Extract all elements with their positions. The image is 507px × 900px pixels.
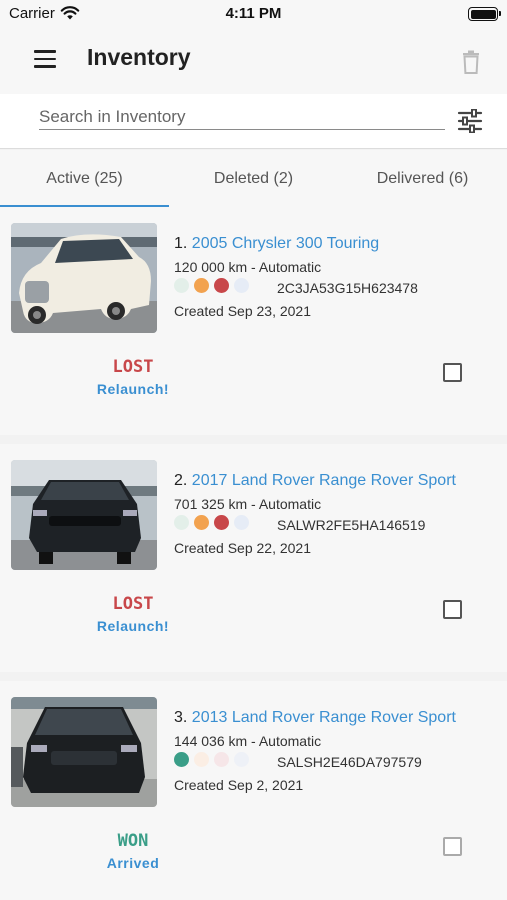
tab-delivered[interactable]: Delivered (6) xyxy=(338,150,507,207)
color-dots xyxy=(174,752,249,767)
select-checkbox[interactable] xyxy=(443,600,462,619)
color-dots xyxy=(174,278,249,293)
color-dots xyxy=(174,515,249,530)
battery-icon xyxy=(468,7,501,21)
color-dot xyxy=(214,278,229,293)
tab-active[interactable]: Active (25) xyxy=(0,150,169,207)
tab-deleted[interactable]: Deleted (2) xyxy=(169,150,338,207)
page-title: Inventory xyxy=(87,44,191,70)
vehicle-photo[interactable] xyxy=(11,697,157,807)
vehicle-mileage: 701 325 km - Automatic xyxy=(174,496,322,512)
vehicle-index: 2. xyxy=(174,472,188,489)
status-badge: WON xyxy=(117,831,149,851)
vehicle-card[interactable]: 3. 2013 Land Rover Range Rover Sport 144… xyxy=(0,681,507,900)
vehicle-title: 2. 2017 Land Rover Range Rover Sport xyxy=(174,472,474,490)
vehicle-index: 1. xyxy=(174,235,188,252)
relaunch-button[interactable]: Relaunch! xyxy=(58,618,208,634)
color-dot xyxy=(214,515,229,530)
vehicle-created-date: Created Sep 22, 2021 xyxy=(174,540,311,556)
status-badge: LOST xyxy=(112,357,154,377)
select-checkbox[interactable] xyxy=(443,837,462,856)
tab-bar: Active (25) Deleted (2) Delivered (6) xyxy=(0,150,507,207)
vehicle-photo[interactable] xyxy=(11,460,157,570)
status-bar: Carrier 4:11 PM xyxy=(0,0,507,28)
vehicle-card[interactable]: 1. 2005 Chrysler 300 Touring 120 000 km … xyxy=(0,207,507,435)
menu-icon[interactable] xyxy=(34,50,56,68)
color-dot xyxy=(174,278,189,293)
vehicle-index: 3. xyxy=(174,709,188,726)
search-bar xyxy=(0,94,507,149)
color-dot xyxy=(214,752,229,767)
color-dot xyxy=(194,752,209,767)
vehicle-photo[interactable] xyxy=(11,223,157,333)
vehicle-mileage: 144 036 km - Automatic xyxy=(174,733,322,749)
vehicle-name-link[interactable]: 2017 Land Rover Range Rover Sport xyxy=(192,472,456,489)
app-bar: Inventory xyxy=(0,28,507,94)
sliders-icon[interactable] xyxy=(457,109,483,133)
vehicle-created-date: Created Sep 23, 2021 xyxy=(174,303,311,319)
vehicle-title: 3. 2013 Land Rover Range Rover Sport xyxy=(174,709,474,727)
arrived-button[interactable]: Arrived xyxy=(58,855,208,871)
color-dot xyxy=(194,515,209,530)
vehicle-created-date: Created Sep 2, 2021 xyxy=(174,777,304,793)
relaunch-button[interactable]: Relaunch! xyxy=(58,381,208,397)
color-dot xyxy=(234,515,249,530)
color-dot xyxy=(174,515,189,530)
color-dot xyxy=(174,752,189,767)
color-dot xyxy=(234,278,249,293)
vehicle-mileage: 120 000 km - Automatic xyxy=(174,259,322,275)
vehicle-vin: SALSH2E46DA797579 xyxy=(277,754,422,770)
vehicle-title: 1. 2005 Chrysler 300 Touring xyxy=(174,235,474,253)
vehicle-vin: 2C3JA53G15H623478 xyxy=(277,280,418,296)
color-dot xyxy=(234,752,249,767)
trash-icon[interactable] xyxy=(461,50,481,74)
vehicle-name-link[interactable]: 2005 Chrysler 300 Touring xyxy=(192,235,379,252)
select-checkbox[interactable] xyxy=(443,363,462,382)
vehicle-name-link[interactable]: 2013 Land Rover Range Rover Sport xyxy=(192,709,456,726)
vehicle-vin: SALWR2FE5HA146519 xyxy=(277,517,426,533)
status-badge: LOST xyxy=(112,594,154,614)
clock: 4:11 PM xyxy=(225,5,282,22)
search-input[interactable] xyxy=(39,104,445,130)
color-dot xyxy=(194,278,209,293)
vehicle-card[interactable]: 2. 2017 Land Rover Range Rover Sport 701… xyxy=(0,444,507,672)
